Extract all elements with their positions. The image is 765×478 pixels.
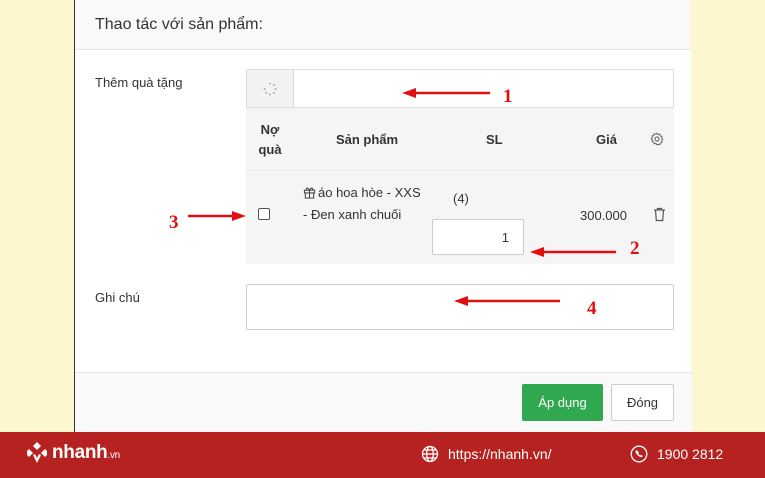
product-name-cell: áo hoa hòe - XXS - Đen xanh chuối [303,183,421,225]
trash-icon[interactable] [653,207,666,227]
product-action-modal: Thao tác với sản phẩm: Thêm quà tặng Nợ … [74,0,692,432]
modal-footer: Áp dụng Đóng [75,372,692,432]
nhanh-logo[interactable]: nhanh.vn [26,441,120,465]
column-header-gift-debt: Nợ quà [252,120,288,160]
column-header-qty: SL [486,132,503,147]
website-link[interactable]: https://nhanh.vn/ [421,445,552,463]
stock-count: (4) [453,191,469,206]
annotation-number-2: 2 [630,238,640,259]
gift-icon [303,185,316,205]
gear-icon[interactable] [650,132,664,151]
modal-header: Thao tác với sản phẩm: [75,0,691,50]
brand-suffix: .vn [107,450,121,461]
annotation-arrow-2 [530,247,616,257]
phone-icon [630,445,648,463]
column-header-price: Giá [596,132,617,147]
website-url: https://nhanh.vn/ [448,446,552,462]
annotation-arrow-1 [402,88,490,98]
product-name: áo hoa hòe - XXS - Đen xanh chuối [303,185,421,222]
brand-name: nhanh.vn [52,442,120,464]
brand-name-text: nhanh [52,442,108,463]
annotation-number-4: 4 [587,298,597,319]
annotation-arrow-3 [188,211,246,221]
quantity-input[interactable]: 1 [432,219,524,255]
apply-button[interactable]: Áp dụng [522,384,603,421]
phone-contact[interactable]: 1900 2812 [630,445,723,463]
brand-footer-bar: nhanh.vn https://nhanh.vn/ 1900 2812 [0,432,765,478]
gift-product-table: Nợ quà Sản phẩm SL Giá áo hoa hòe - XXS … [246,108,674,264]
modal-title: Thao tác với sản phẩm: [95,15,263,33]
table-header: Nợ quà Sản phẩm SL Giá [246,108,674,171]
column-header-gift-debt-line2: quà [258,142,282,157]
note-label: Ghi chú [95,290,140,305]
phone-number: 1900 2812 [657,446,724,462]
column-header-gift-debt-line1: Nợ [260,122,280,137]
globe-icon [421,445,439,463]
spinner-icon [247,70,294,107]
nhanh-logo-icon [27,442,47,463]
annotation-number-1: 1 [503,86,513,107]
close-button[interactable]: Đóng [611,384,674,421]
price-value: 300.000 [580,208,627,223]
add-gift-label: Thêm quà tặng [95,75,183,90]
annotation-arrow-4 [454,296,560,306]
gift-debt-checkbox[interactable] [258,208,270,220]
column-header-product: Sản phẩm [335,132,399,147]
annotation-number-3: 3 [169,212,179,233]
